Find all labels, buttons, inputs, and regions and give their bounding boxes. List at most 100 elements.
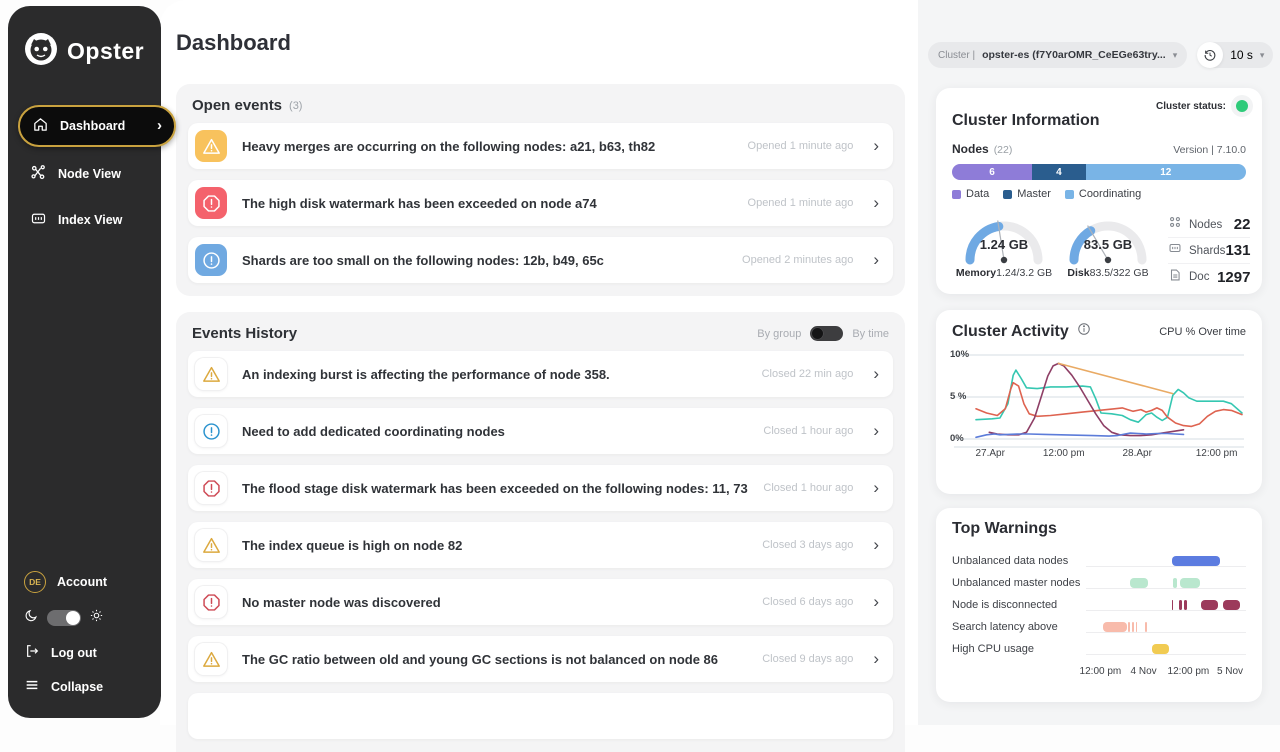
sidebar: Opster Dashboard › Node View Index View …: [8, 6, 161, 718]
event-row[interactable]: The index queue is high on node 82Closed…: [188, 522, 893, 568]
warning-segment: [1136, 622, 1138, 632]
index-view-icon: [30, 210, 47, 230]
collapse-icon: [24, 677, 40, 696]
by-group-label: By group: [757, 328, 801, 340]
cluster-information-title: Cluster Information: [952, 112, 1246, 130]
error-icon: [195, 586, 227, 618]
event-message: The high disk watermark has been exceede…: [242, 196, 748, 211]
event-row[interactable]: The high disk watermark has been exceede…: [188, 180, 893, 226]
warning-segment: [1173, 578, 1177, 588]
chevron-right-icon[interactable]: ›: [873, 139, 879, 153]
cluster-label: Cluster |: [938, 50, 975, 61]
event-row[interactable]: The flood stage disk watermark has been …: [188, 465, 893, 511]
logo: Opster: [24, 32, 161, 71]
history-mode-toggle[interactable]: [810, 326, 843, 341]
info-icon: [195, 244, 227, 276]
node-distribution-bar: 6412: [952, 164, 1246, 180]
info-icon[interactable]: [1077, 322, 1091, 341]
event-message: The index queue is high on node 82: [242, 538, 762, 553]
chevron-right-icon[interactable]: ›: [873, 367, 879, 381]
nodes-label: Nodes: [952, 142, 989, 156]
series-coral: [976, 383, 1242, 427]
theme-toggle[interactable]: [47, 610, 81, 626]
stat-label: Shards: [1189, 245, 1225, 257]
warning-label: Unbalanced data nodes: [952, 555, 1086, 567]
logout-icon: [24, 643, 40, 662]
cluster-activity-title: Cluster Activity: [952, 323, 1069, 341]
sidebar-item-index-view[interactable]: Index View: [18, 201, 161, 239]
sidebar-item-node-view[interactable]: Node View: [18, 155, 161, 193]
history-clock-icon: [1197, 42, 1223, 68]
event-message: An indexing burst is affecting the perfo…: [242, 367, 762, 382]
cluster-selector[interactable]: Cluster | opster-es (f7Y0arOMR_CeEGe63tr…: [928, 42, 1187, 68]
warning-label: Unbalanced master nodes: [952, 577, 1086, 589]
node-bar-segment-master: 4: [1032, 164, 1085, 180]
chevron-right-icon[interactable]: ›: [873, 424, 879, 438]
avatar: DE: [24, 571, 46, 593]
account-button[interactable]: DE Account: [24, 571, 107, 593]
cluster-value: opster-es (f7Y0arOMR_CeEGe63try...: [982, 49, 1166, 61]
event-time: Opened 2 minutes ago: [742, 254, 853, 266]
by-time-label: By time: [852, 328, 889, 340]
y-tick: 0%: [950, 433, 964, 444]
warning-segment: [1172, 556, 1220, 566]
warning-segment: [1145, 622, 1147, 632]
event-row-partial[interactable]: [188, 693, 893, 739]
timeline-tick: 12:00 pm: [1080, 666, 1122, 677]
event-row[interactable]: No master node was discoveredClosed 6 da…: [188, 579, 893, 625]
event-time: Closed 9 days ago: [762, 653, 853, 665]
warning-row: Search latency above: [952, 616, 1246, 638]
chevron-right-icon[interactable]: ›: [873, 481, 879, 495]
event-message: No master node was discovered: [242, 595, 762, 610]
page-title: Dashboard: [176, 30, 291, 56]
y-tick: 10%: [950, 349, 969, 360]
event-message: The GC ratio between old and young GC se…: [242, 652, 762, 667]
logout-button[interactable]: Log out: [24, 643, 107, 662]
doc-icon: [1168, 268, 1182, 287]
warning-icon: [195, 358, 227, 390]
top-warnings-title: Top Warnings: [952, 520, 1246, 538]
event-time: Opened 1 minute ago: [748, 140, 854, 152]
home-icon: [32, 116, 49, 136]
chevron-right-icon[interactable]: ›: [873, 652, 879, 666]
stat-value: 1297: [1217, 269, 1250, 286]
nodes-count: (22): [994, 144, 1013, 156]
event-row[interactable]: The GC ratio between old and young GC se…: [188, 636, 893, 682]
cluster-status-dot: [1236, 100, 1248, 112]
open-events-count: (3): [289, 100, 302, 112]
refresh-interval-selector[interactable]: 10 s ▾: [1197, 42, 1273, 68]
event-message: Need to add dedicated coordinating nodes: [242, 424, 763, 439]
event-row[interactable]: Need to add dedicated coordinating nodes…: [188, 408, 893, 454]
sun-icon: [89, 608, 104, 628]
warning-segment: [1180, 578, 1199, 588]
x-tick: 12:00 pm: [1043, 448, 1085, 459]
warning-segment: [1172, 600, 1174, 610]
chevron-right-icon[interactable]: ›: [873, 538, 879, 552]
account-label: Account: [57, 575, 107, 589]
event-time: Closed 6 days ago: [762, 596, 853, 608]
chevron-right-icon[interactable]: ›: [873, 595, 879, 609]
cluster-status-label: Cluster status:: [1156, 101, 1226, 112]
top-warnings-chart: Unbalanced data nodes Unbalanced master n…: [952, 550, 1246, 660]
legend-item: Coordinating: [1065, 188, 1141, 200]
sidebar-item-dashboard[interactable]: Dashboard ›: [18, 105, 176, 147]
x-tick: 28.Apr: [1122, 448, 1151, 459]
node-bar-legend: DataMasterCoordinating: [952, 188, 1246, 200]
gauge-value: 83.5 GB: [1056, 237, 1160, 252]
collapse-button[interactable]: Collapse: [24, 677, 107, 696]
cluster-information-card: Cluster status: Cluster Information Node…: [936, 88, 1262, 294]
event-row[interactable]: Shards are too small on the following no…: [188, 237, 893, 283]
warning-label: Node is disconnected: [952, 599, 1086, 611]
collapse-label: Collapse: [51, 680, 103, 694]
chevron-right-icon: ›: [157, 121, 162, 131]
event-row[interactable]: An indexing burst is affecting the perfo…: [188, 351, 893, 397]
chevron-right-icon[interactable]: ›: [873, 196, 879, 210]
warning-segment: [1179, 600, 1183, 610]
event-row[interactable]: Heavy merges are occurring on the follow…: [188, 123, 893, 169]
x-tick: 12:00 pm: [1196, 448, 1238, 459]
warning-label: High CPU usage: [952, 643, 1086, 655]
events-history-section: Events History By group By time An index…: [176, 312, 905, 752]
chevron-right-icon[interactable]: ›: [873, 253, 879, 267]
disk-gauge: 83.5 GB Disk83.5/322 GB: [1056, 210, 1160, 290]
warning-track: [1086, 644, 1246, 655]
